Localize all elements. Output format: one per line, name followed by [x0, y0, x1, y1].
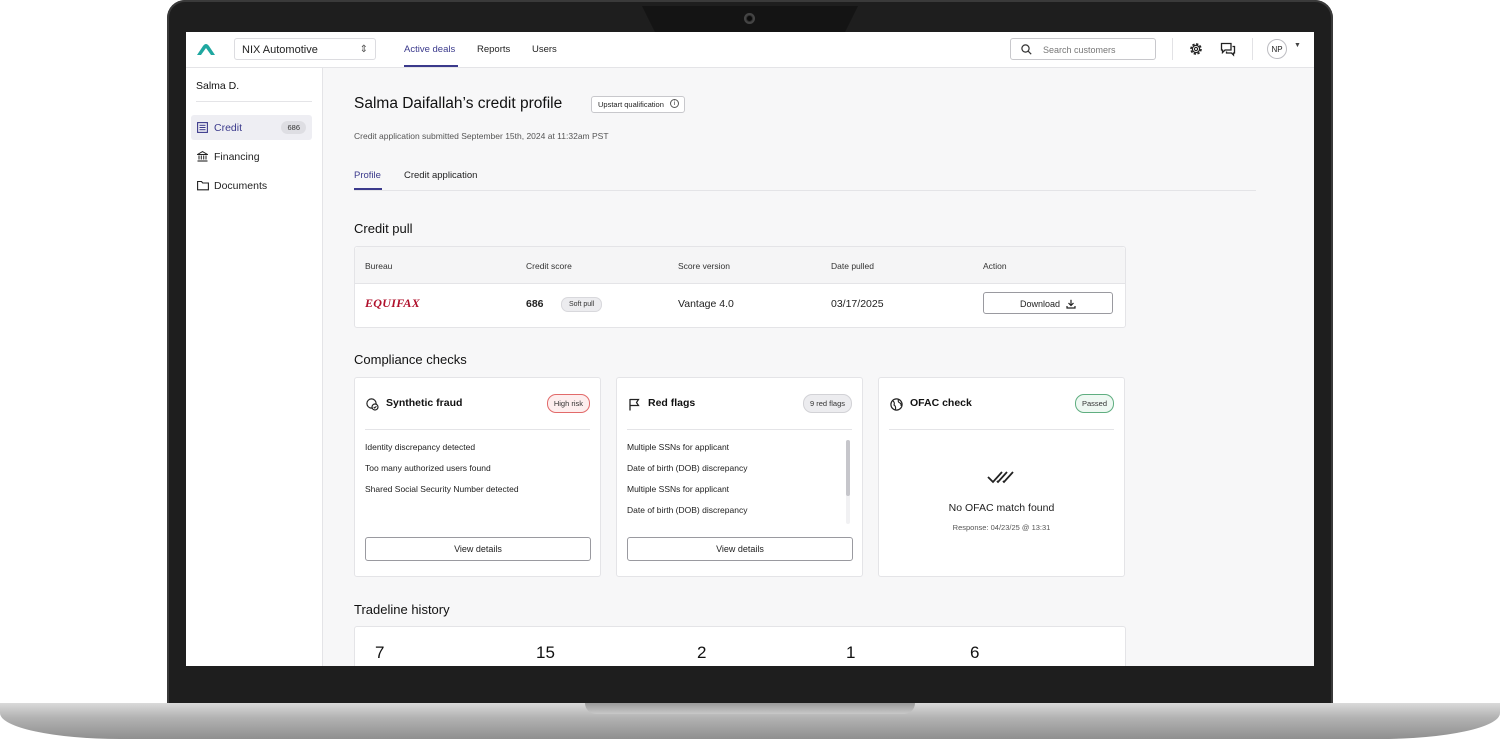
header-divider: [1252, 38, 1253, 60]
credit-pull-table: Bureau Credit score Score version Date p…: [354, 246, 1126, 328]
sidebar-item-documents[interactable]: Documents: [191, 173, 312, 198]
credit-score-value: 686: [526, 298, 544, 310]
card-divider: [889, 429, 1114, 430]
app-logo-icon[interactable]: [196, 43, 216, 56]
header-divider: [1172, 38, 1173, 60]
nav-active-indicator: [404, 65, 458, 67]
red-flags-view-details-button[interactable]: View details: [627, 537, 853, 561]
app-screen: NIX Automotive ⇕ Active deals Reports Us…: [186, 32, 1314, 666]
nav-tab-users[interactable]: Users: [532, 44, 557, 55]
card-divider: [365, 429, 590, 430]
tab-credit-application[interactable]: Credit application: [404, 170, 477, 181]
user-avatar[interactable]: NP: [1267, 39, 1287, 59]
tradeline-stat-value: 6: [970, 643, 980, 662]
sidebar-item-label: Credit: [214, 122, 243, 134]
list-icon: [197, 122, 208, 133]
info-icon[interactable]: i: [669, 99, 679, 108]
list-item: Date of birth (DOB) discrepancy: [627, 463, 748, 473]
tradeline-stat-value: 7: [375, 643, 385, 662]
ofac-check-card: OFAC check Passed No OFAC match found Re…: [878, 377, 1125, 577]
top-bar: NIX Automotive ⇕ Active deals Reports Us…: [186, 32, 1314, 68]
shield-check-icon: [366, 398, 379, 411]
gear-icon[interactable]: [1188, 41, 1204, 57]
webcam-icon: [744, 13, 755, 24]
tradeline-history-heading: Tradeline history: [354, 602, 450, 617]
search-input[interactable]: [1041, 42, 1155, 58]
sidebar-item-label: Documents: [214, 180, 268, 192]
globe-icon: [890, 398, 903, 411]
risk-badge: High risk: [546, 394, 590, 413]
tradeline-stat-value: 15: [536, 643, 555, 662]
list-item: Multiple SSNs for applicant: [627, 442, 730, 452]
sidebar-item-credit[interactable]: Credit 686: [191, 115, 312, 140]
page-title: Salma Daifallah’s credit profile: [354, 95, 563, 112]
pull-type-badge: Soft pull: [561, 297, 603, 312]
synthetic-fraud-card: Synthetic fraud High risk Identity discr…: [354, 377, 601, 577]
download-icon: [1066, 299, 1076, 309]
organization-select[interactable]: NIX Automotive ⇕: [234, 38, 376, 60]
main-content: Salma Daifallah’s credit profile Upstart…: [323, 68, 1314, 666]
ofac-result-message: No OFAC match found: [948, 502, 1055, 514]
ofac-response-timestamp: Response: 04/23/25 @ 13:31: [952, 523, 1051, 532]
chevron-up-down-icon: ⇕: [359, 44, 368, 55]
sidebar-item-label: Financing: [214, 151, 260, 163]
tradeline-history-card: 7 15 2 1 6: [354, 626, 1126, 666]
tabs-divider: [354, 190, 1256, 191]
passed-badge: Passed: [1074, 394, 1114, 413]
tab-profile[interactable]: Profile: [354, 170, 381, 181]
credit-pull-heading: Credit pull: [354, 221, 413, 236]
tradeline-stat-value: 1: [846, 643, 856, 662]
synthetic-fraud-view-details-button[interactable]: View details: [365, 537, 591, 561]
column-header-bureau: Bureau: [365, 261, 393, 271]
search-icon: [1021, 44, 1032, 55]
equifax-logo: EQUIFAX: [365, 296, 421, 310]
scrollbar-thumb[interactable]: [846, 440, 850, 496]
download-button[interactable]: Download: [983, 292, 1113, 314]
column-header-score-version: Score version: [678, 261, 730, 271]
tradeline-stat-value: 2: [697, 643, 707, 662]
date-pulled-value: 03/17/2025: [831, 298, 884, 310]
submission-timestamp: Credit application submitted September 1…: [354, 131, 609, 141]
flag-icon: [629, 398, 640, 411]
column-header-credit-score: Credit score: [526, 261, 572, 271]
qualification-badge[interactable]: Upstart qualification i: [591, 96, 685, 113]
folder-icon: [197, 180, 209, 191]
red-flags-count-badge: 9 red flags: [802, 394, 852, 413]
nav-tab-active-deals[interactable]: Active deals: [404, 44, 455, 55]
customer-name: Salma D.: [196, 80, 240, 92]
list-item: Identity discrepancy detected: [365, 442, 476, 452]
list-item: Too many authorized users found: [365, 463, 491, 473]
sidebar-divider: [196, 101, 312, 102]
list-item: Shared Social Security Number detected: [365, 484, 519, 494]
table-header: Bureau Credit score Score version Date p…: [355, 247, 1125, 284]
sidebar-item-financing[interactable]: Financing: [191, 144, 312, 169]
laptop-hinge-notch: [585, 703, 915, 714]
sidebar: Salma D. Credit 686 Financing Documents: [186, 68, 323, 666]
organization-name: NIX Automotive: [242, 44, 318, 56]
ofac-check-title: OFAC check: [910, 397, 972, 409]
list-item: Date of birth (DOB) discrepancy: [627, 505, 748, 515]
caret-down-icon[interactable]: ▼: [1294, 42, 1301, 49]
chat-icon[interactable]: [1220, 41, 1236, 57]
list-item: Multiple SSNs for applicant: [627, 484, 730, 494]
red-flags-title: Red flags: [648, 397, 696, 409]
column-header-action: Action: [983, 261, 1007, 271]
nav-tab-reports[interactable]: Reports: [477, 44, 510, 55]
bank-icon: [197, 151, 208, 162]
qualification-badge-label: Upstart qualification: [598, 100, 664, 109]
red-flags-card: Red flags 9 red flags Multiple SSNs for …: [616, 377, 863, 577]
credit-count-badge: 686: [281, 121, 306, 134]
score-version-value: Vantage 4.0: [678, 298, 734, 310]
download-button-label: Download: [1019, 299, 1061, 309]
search-box: [1010, 38, 1156, 60]
compliance-checks-heading: Compliance checks: [354, 352, 467, 367]
card-divider: [627, 429, 852, 430]
column-header-date-pulled: Date pulled: [831, 261, 875, 271]
double-check-icon: [987, 471, 1014, 484]
synthetic-fraud-title: Synthetic fraud: [386, 397, 463, 409]
